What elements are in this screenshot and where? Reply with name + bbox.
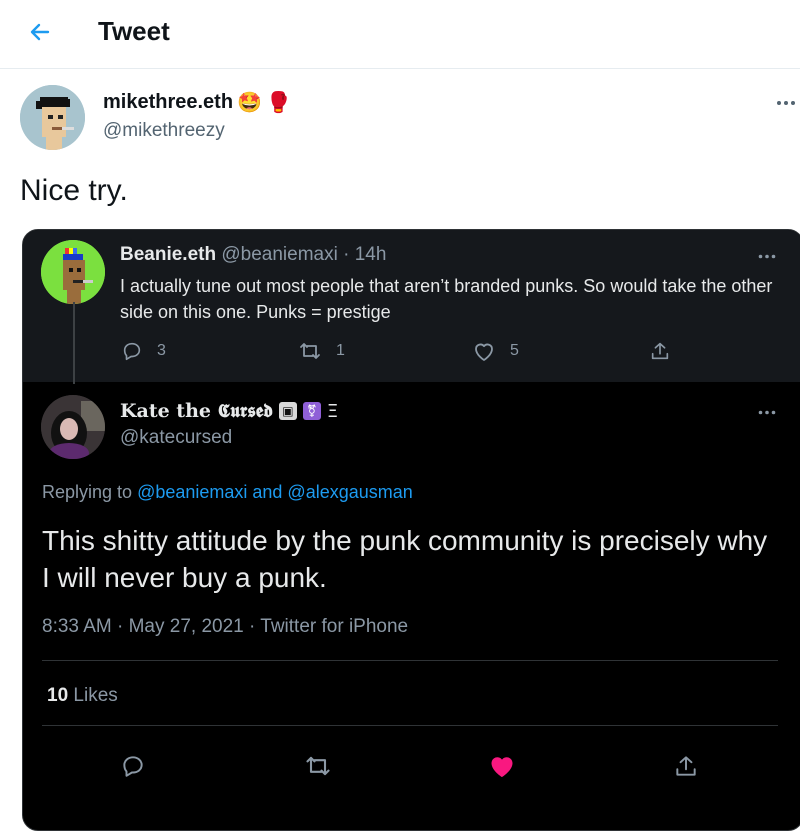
heart-filled-icon <box>491 757 513 778</box>
kate-display-name: Kate the 𝕮𝖚𝖗𝖘𝖊𝖉 <box>120 400 273 422</box>
top-bar: Tweet <box>0 0 800 69</box>
punk-avatar-image <box>41 240 105 304</box>
more-dots-icon <box>777 101 795 105</box>
parent-retweet-button[interactable]: 1 <box>298 340 345 362</box>
beanie-handle-time: @beaniemaxi · 14h <box>221 244 387 265</box>
reply-more-options-button[interactable] <box>753 404 781 420</box>
profile-photo-image <box>41 395 105 459</box>
heart-outline-icon <box>475 343 493 361</box>
kate-name-suffix: Ξ <box>326 400 339 422</box>
punk-avatar-image <box>20 85 85 150</box>
replying-to-line: Replying to @beaniemaxi and @alexgausman <box>42 482 413 503</box>
replying-prefix: Replying to <box>42 482 138 502</box>
author-name[interactable]: mikethree.eth 🤩 🥊 <box>103 91 291 114</box>
thread-connector-line <box>73 302 75 384</box>
beanie-name-line[interactable]: Beanie.eth @beaniemaxi · 14h <box>120 244 386 266</box>
retweet-icon <box>300 343 320 359</box>
back-arrow-icon <box>30 23 50 41</box>
share-icon <box>651 342 669 360</box>
retweet-button[interactable] <box>300 748 336 784</box>
reply-timestamp[interactable]: 8:33 AM · May 27, 2021 · Twitter for iPh… <box>42 616 408 638</box>
kate-handle[interactable]: @katecursed <box>120 427 232 449</box>
more-options-button[interactable] <box>772 93 800 113</box>
like-button[interactable] <box>484 748 520 784</box>
tweet-text: Nice try. <box>20 174 128 207</box>
parent-like-button[interactable]: 5 <box>472 340 519 362</box>
divider <box>42 660 778 661</box>
retweet-count: 1 <box>336 342 345 359</box>
embedded-screenshot[interactable]: Beanie.eth @beaniemaxi · 14h I actually … <box>22 229 800 831</box>
framed-picture-emoji-icon: ▣ <box>278 402 297 420</box>
author-handle[interactable]: @mikethreezy <box>103 120 225 142</box>
share-icon <box>676 756 696 776</box>
reply-button[interactable] <box>115 748 151 784</box>
parent-more-options-button[interactable] <box>753 248 781 264</box>
transgender-symbol-emoji-icon: ⚧ <box>302 402 321 420</box>
reply-count: 3 <box>157 342 166 359</box>
page-title: Tweet <box>98 16 170 46</box>
replying-to-links[interactable]: @beaniemaxi and @alexgausman <box>137 482 413 502</box>
kate-avatar[interactable] <box>41 395 105 459</box>
likes-label: Likes <box>73 685 118 706</box>
divider <box>42 725 778 726</box>
boxing-glove-emoji-icon: 🥊 <box>265 91 291 114</box>
likes-count: 10 <box>47 685 69 706</box>
parent-tweet-text: I actually tune out most people that are… <box>120 276 773 322</box>
share-button[interactable] <box>668 748 704 784</box>
kate-name-line[interactable]: Kate the 𝕮𝖚𝖗𝖘𝖊𝖉 ▣ ⚧ Ξ <box>120 400 338 422</box>
reply-tweet-text: This shitty attitude by the punk communi… <box>42 525 768 593</box>
beanie-display-name: Beanie.eth <box>120 244 217 265</box>
parent-share-button[interactable] <box>649 340 671 362</box>
author-avatar[interactable] <box>20 85 85 150</box>
reply-icon <box>123 756 143 777</box>
more-dots-icon <box>758 410 776 414</box>
beanie-avatar[interactable] <box>41 240 105 304</box>
like-count: 5 <box>510 342 519 359</box>
retweet-icon <box>306 756 330 776</box>
back-button[interactable] <box>22 14 58 50</box>
likes-summary[interactable]: 10 Likes <box>47 685 118 707</box>
parent-reply-button[interactable]: 3 <box>121 340 166 362</box>
star-struck-emoji-icon: 🤩 <box>237 91 262 114</box>
reply-icon <box>123 342 141 361</box>
more-dots-icon <box>758 254 776 258</box>
author-display-name: mikethree.eth <box>103 91 234 113</box>
